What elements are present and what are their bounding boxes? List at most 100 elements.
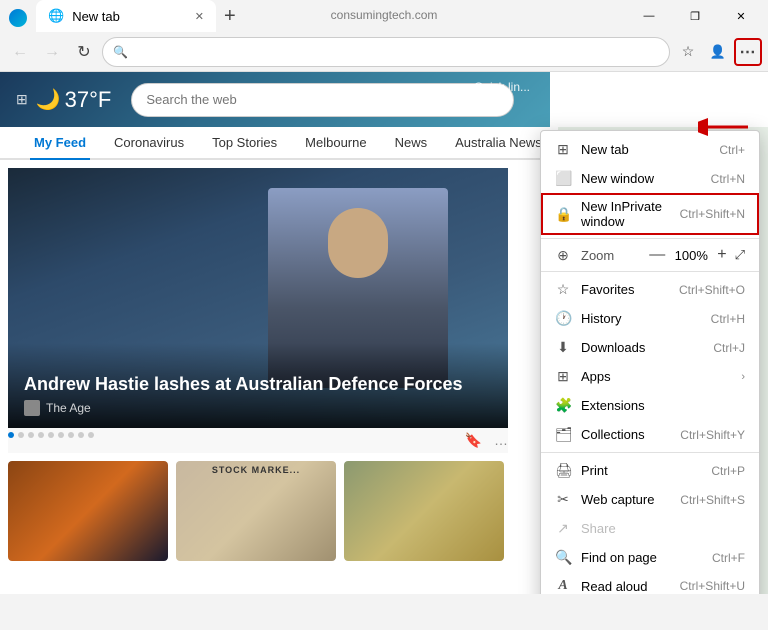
zoom-fullscreen-button[interactable]: ⤢ [735,247,745,263]
hero-dot-8[interactable] [78,432,84,438]
back-icon: ← [12,43,28,61]
print-shortcut: Ctrl+P [711,464,745,478]
downloads-icon: ⬇ [555,339,571,356]
history-shortcut: Ctrl+H [711,312,745,326]
menu-divider-1 [541,238,759,239]
menu-item-read-aloud[interactable]: A Read aloud Ctrl+Shift+U [541,572,759,594]
menu-item-inprivate[interactable]: 🔒 New InPrivate window Ctrl+Shift+N [541,193,759,235]
favorites-icon: ☆ [555,281,571,298]
read-aloud-icon: A [555,578,571,594]
source-favicon [24,400,40,416]
nav-australia-news[interactable]: Australia News [451,127,546,158]
system-buttons: — ❐ ✕ [626,0,764,32]
menu-item-downloads[interactable]: ⬇ Downloads Ctrl+J [541,333,759,362]
extensions-icon: 🧩 [555,397,571,414]
history-label: History [581,311,621,326]
hero-dot-6[interactable] [58,432,64,438]
menu-item-new-tab[interactable]: ⊞ New tab Ctrl+ [541,135,759,164]
find-shortcut: Ctrl+F [712,551,745,565]
page-content: ⊞ 🌙 37°F Quick lin... My Feed Coronaviru… [0,72,768,594]
grid-icon[interactable]: ⊞ [16,91,28,108]
bookmark-icon[interactable]: 🔖 [465,432,482,449]
collections-label: Collections [581,427,645,442]
menu-item-web-capture[interactable]: ✂ Web capture Ctrl+Shift+S [541,485,759,514]
history-icon: 🕐 [555,310,571,327]
apps-label: Apps [581,369,611,384]
new-tab-label: New tab [581,142,629,157]
find-icon: 🔍 [555,549,571,566]
menu-item-find-on-page[interactable]: 🔍 Find on page Ctrl+F [541,543,759,572]
search-input[interactable] [146,92,499,107]
menu-item-apps[interactable]: ⊞ Apps › [541,362,759,391]
hero-dot-2[interactable] [18,432,24,438]
zoom-out-button[interactable]: — [647,246,667,264]
nav-melbourne[interactable]: Melbourne [301,127,370,158]
restore-button[interactable]: ❐ [672,0,718,32]
menu-item-favorites[interactable]: ☆ Favorites Ctrl+Shift+O [541,275,759,304]
share-label: Share [581,521,616,536]
new-window-shortcut: Ctrl+N [711,172,745,186]
tab-area: 🌐 New tab ✕ + [4,0,626,32]
read-aloud-label: Read aloud [581,579,648,594]
tab-title: New tab [72,9,187,24]
search-bar[interactable] [131,83,514,117]
favorites-icon-button[interactable]: ☆ [674,38,702,66]
forward-button[interactable]: → [38,38,66,66]
greeting-area: ⊞ 🌙 37°F [16,87,111,113]
web-capture-icon: ✂ [555,491,571,508]
hero-caption: Andrew Hastie lashes at Australian Defen… [8,343,508,428]
share-icon: ↗ [555,520,571,537]
address-input[interactable] [134,44,659,59]
print-label: Print [581,463,608,478]
menu-item-extensions[interactable]: 🧩 Extensions [541,391,759,420]
hero-dot-1[interactable] [8,432,14,438]
profile-button[interactable]: 👤 [704,38,732,66]
new-tab-shortcut: Ctrl+ [719,143,745,157]
menu-item-history[interactable]: 🕐 History Ctrl+H [541,304,759,333]
zoom-control: ⊕ Zoom — 100% + ⤢ [541,242,759,268]
favorites-label: Favorites [581,282,634,297]
temperature: 37°F [65,87,112,113]
web-capture-label: Web capture [581,492,654,507]
minimize-button[interactable]: — [626,0,672,32]
inprivate-icon: 🔒 [555,206,571,223]
address-bar[interactable]: 🔍 [102,37,670,67]
menu-item-print[interactable]: 🖨 Print Ctrl+P [541,456,759,485]
inprivate-label: New InPrivate window [581,199,680,229]
hero-dot-7[interactable] [68,432,74,438]
browser-toolbar: ← → ↻ 🔍 ☆ 👤 ⋯ [0,32,768,72]
close-button[interactable]: ✕ [718,0,764,32]
article-stock[interactable]: STOCK MARKE... [176,461,336,561]
bottom-articles: STOCK MARKE... [0,453,550,569]
more-options-button[interactable]: ⋯ [734,38,762,66]
hero-dot-9[interactable] [88,432,94,438]
new-window-icon: ⬜ [555,170,571,187]
title-bar: 🌐 New tab ✕ + — ❐ ✕ [0,0,768,32]
article-desert[interactable] [8,461,168,561]
collections-shortcut: Ctrl+Shift+Y [680,428,745,442]
hero-article[interactable]: Andrew Hastie lashes at Australian Defen… [8,168,508,428]
nav-top-stories[interactable]: Top Stories [208,127,281,158]
back-button[interactable]: ← [6,38,34,66]
apps-icon: ⊞ [555,368,571,385]
more-article-options[interactable]: … [494,432,508,449]
tab-close-button[interactable]: ✕ [195,10,204,23]
print-icon: 🖨 [555,462,571,479]
nav-my-feed[interactable]: My Feed [30,127,90,160]
article-uniform[interactable] [344,461,504,561]
hero-dot-3[interactable] [28,432,34,438]
new-tab-button[interactable]: + [216,5,244,28]
menu-item-collections[interactable]: 🗂 Collections Ctrl+Shift+Y [541,420,759,449]
feed-nav: My Feed Coronavirus Top Stories Melbourn… [0,127,550,160]
hero-dots: 🔖 … [8,428,508,453]
menu-item-share[interactable]: ↗ Share [541,514,759,543]
browser-tab[interactable]: 🌐 New tab ✕ [36,0,216,32]
refresh-button[interactable]: ↻ [70,38,98,66]
hero-dot-5[interactable] [48,432,54,438]
nav-coronavirus[interactable]: Coronavirus [110,127,188,158]
zoom-in-button[interactable]: + [715,246,728,264]
menu-item-new-window[interactable]: ⬜ New window Ctrl+N [541,164,759,193]
nav-news[interactable]: News [391,127,432,158]
hero-dot-4[interactable] [38,432,44,438]
zoom-icon: ⊕ [555,247,571,264]
